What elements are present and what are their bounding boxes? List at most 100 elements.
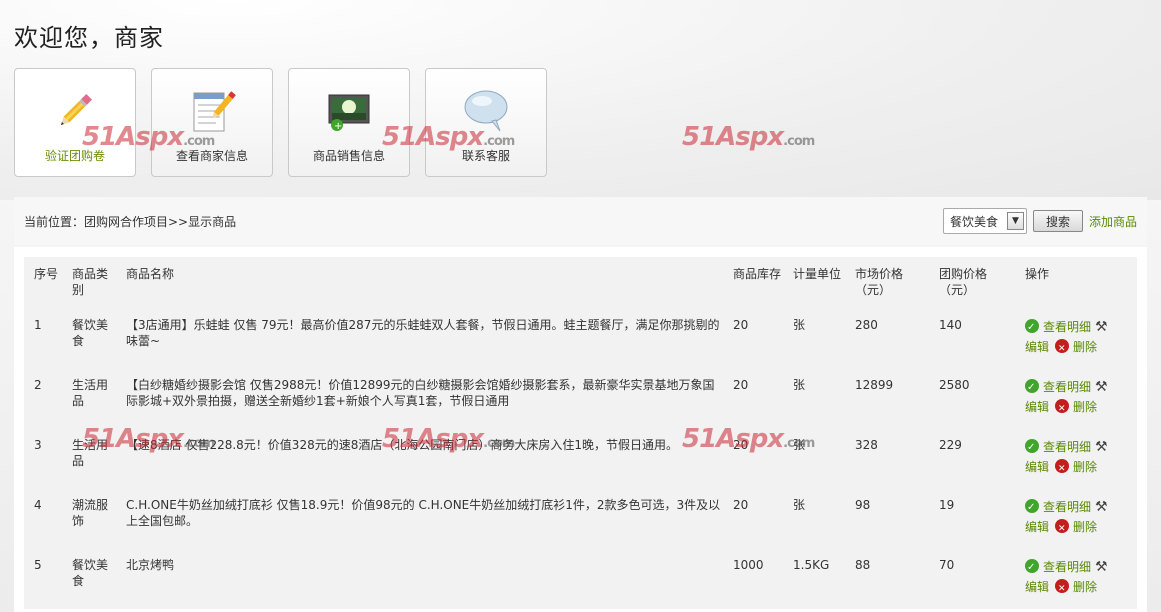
row-category: 潮流服饰 <box>72 497 109 528</box>
row-actions: 查看明细 ⚒ 编辑 删除 <box>1015 549 1137 609</box>
col-header: 操作 <box>1025 267 1050 281</box>
table-row: 5 餐饮美食 北京烤鸭 1000 1.5KG 88 70 查看明细 ⚒ 编辑 删除 <box>24 549 1137 609</box>
delete-link[interactable]: 删除 <box>1073 520 1097 534</box>
notepad-edit-icon <box>193 91 236 132</box>
page-title: 欢迎您，商家 <box>14 24 164 52</box>
row-category: 餐饮美食 <box>72 317 109 348</box>
row-stock: 20 <box>733 497 749 512</box>
edit-link[interactable]: 编辑 <box>1025 340 1049 354</box>
toolbar-controls: 餐饮美食 ▼ 搜索 添加商品 <box>942 208 1137 234</box>
tools-icon: ⚒ <box>1095 318 1108 335</box>
check-icon <box>1025 558 1039 578</box>
row-unit: 1.5KG <box>793 557 830 572</box>
delete-icon <box>1055 518 1070 539</box>
edit-link[interactable]: 编辑 <box>1025 400 1049 414</box>
col-header: 商品名称 <box>126 267 175 281</box>
table-row: 2 生活用品 【白纱糖婚纱摄影会馆 仅售2988元！价值12899元的白纱糖摄影会馆… <box>24 369 1137 429</box>
row-category: 生活用品 <box>72 377 109 408</box>
row-actions: 查看明细 ⚒ 编辑 删除 <box>1015 369 1137 429</box>
table-row: 1 餐饮美食 【3店通用】乐蛙蛙 仅售 79元！最高价值287元的乐蛙蛙双人套餐，节… <box>24 309 1137 369</box>
edit-link[interactable]: 编辑 <box>1025 520 1049 534</box>
check-icon <box>1025 438 1039 458</box>
row-product-name: 【白纱糖婚纱摄影会馆 仅售2988元！价值12899元的白纱糖摄影会馆婚纱摄影套… <box>126 377 715 408</box>
col-header: 计量单位 <box>793 267 842 281</box>
category-select-value: 餐饮美食 <box>949 214 998 229</box>
row-number: 3 <box>34 437 42 452</box>
row-actions: 查看明细 ⚒ 编辑 删除 <box>1015 309 1137 369</box>
check-icon <box>1025 318 1039 338</box>
edit-link[interactable]: 编辑 <box>1025 460 1049 474</box>
row-unit: 张 <box>793 437 806 452</box>
delete-icon <box>1055 398 1070 419</box>
row-product-name: C.H.ONE牛奶丝加绒打底衫 仅售18.9元！价值98元的 C.H.ONE牛奶… <box>126 497 721 528</box>
row-group-price: 140 <box>939 317 962 332</box>
tile-row: 验证团购卷 查看商家信息 + 商品销售信息 联系客服 <box>14 68 547 177</box>
pencil-icon <box>60 94 92 126</box>
row-market-price: 328 <box>855 437 878 452</box>
delete-icon <box>1055 458 1070 479</box>
view-details-link[interactable]: 查看明细 <box>1043 560 1091 574</box>
speech-bubble-icon <box>464 90 508 132</box>
category-select[interactable]: 餐饮美食 ▼ <box>942 208 1027 234</box>
row-group-price: 19 <box>939 497 955 512</box>
delete-link[interactable]: 删除 <box>1073 340 1097 354</box>
delete-link[interactable]: 删除 <box>1073 400 1097 414</box>
tools-icon: ⚒ <box>1095 438 1108 455</box>
col-header: 商品库存 <box>733 267 782 281</box>
row-group-price: 229 <box>939 437 962 452</box>
row-product-name: 【速8酒店 仅售228.8元！价值328元的速8酒店（北海公园南门店）商务大床房… <box>126 437 678 452</box>
product-table: 序号 商品类别 商品名称 商品库存 计量单位 市场价格（元） 团购价格（元） 操… <box>24 257 1137 609</box>
edit-link[interactable]: 编辑 <box>1025 580 1049 594</box>
view-details-link[interactable]: 查看明细 <box>1043 380 1091 394</box>
row-stock: 1000 <box>733 557 764 572</box>
tile-merchant-info[interactable]: 查看商家信息 <box>151 68 273 177</box>
tile-label: 联系客服 <box>461 149 510 163</box>
table-row: 3 生活用品 【速8酒店 仅售228.8元！价值328元的速8酒店（北海公园南门店）… <box>24 429 1137 489</box>
search-button[interactable]: 搜索 <box>1032 210 1083 232</box>
chevron-down-icon[interactable]: ▼ <box>1006 212 1024 230</box>
delete-link[interactable]: 删除 <box>1073 580 1097 594</box>
view-details-link[interactable]: 查看明细 <box>1043 320 1091 334</box>
check-icon <box>1025 378 1039 398</box>
row-number: 2 <box>34 377 42 392</box>
tools-icon: ⚒ <box>1095 378 1108 395</box>
row-number: 5 <box>34 557 42 572</box>
row-product-name: 【3店通用】乐蛙蛙 仅售 79元！最高价值287元的乐蛙蛙双人套餐，节假日通用。… <box>126 317 720 348</box>
check-icon <box>1025 498 1039 518</box>
col-header: 序号 <box>34 267 59 281</box>
row-actions: 查看明细 ⚒ 编辑 删除 <box>1015 489 1137 549</box>
row-market-price: 12899 <box>855 377 894 392</box>
row-number: 1 <box>34 317 42 332</box>
table-header-row: 序号 商品类别 商品名称 商品库存 计量单位 市场价格（元） 团购价格（元） 操… <box>24 257 1137 309</box>
tile-label: 商品销售信息 <box>312 149 385 163</box>
row-unit: 张 <box>793 317 806 332</box>
view-details-link[interactable]: 查看明细 <box>1043 500 1091 514</box>
view-details-link[interactable]: 查看明细 <box>1043 440 1091 454</box>
col-header: 市场价格（元） <box>855 267 904 297</box>
row-unit: 张 <box>793 377 806 392</box>
row-group-price: 70 <box>939 557 955 572</box>
tile-label: 验证团购卷 <box>44 149 105 163</box>
delete-link[interactable]: 删除 <box>1073 460 1097 474</box>
tools-icon: ⚒ <box>1095 558 1108 575</box>
row-category: 生活用品 <box>72 437 109 468</box>
row-stock: 20 <box>733 317 749 332</box>
add-product-link[interactable]: 添加商品 <box>1089 213 1137 230</box>
table-row: 4 潮流服饰 C.H.ONE牛奶丝加绒打底衫 仅售18.9元！价值98元的 C.H.… <box>24 489 1137 549</box>
tile-verify-coupon[interactable]: 验证团购卷 <box>14 68 136 177</box>
row-category: 餐饮美食 <box>72 557 109 588</box>
monitor-image-icon: + <box>328 94 370 132</box>
row-stock: 20 <box>733 437 749 452</box>
tile-sales-info[interactable]: + 商品销售信息 <box>288 68 410 177</box>
row-market-price: 88 <box>855 557 871 572</box>
row-market-price: 98 <box>855 497 871 512</box>
tools-icon: ⚒ <box>1095 498 1108 515</box>
col-header: 商品类别 <box>72 267 109 297</box>
toolbar: 当前位置：团购网合作项目>>显示商品 餐饮美食 ▼ 搜索 添加商品 <box>14 197 1147 245</box>
breadcrumb: 当前位置：团购网合作项目>>显示商品 <box>24 214 237 229</box>
row-product-name: 北京烤鸭 <box>126 557 175 572</box>
row-actions: 查看明细 ⚒ 编辑 删除 <box>1015 429 1137 489</box>
row-stock: 20 <box>733 377 749 392</box>
col-header: 团购价格（元） <box>939 267 988 297</box>
tile-contact-support[interactable]: 联系客服 <box>425 68 547 177</box>
